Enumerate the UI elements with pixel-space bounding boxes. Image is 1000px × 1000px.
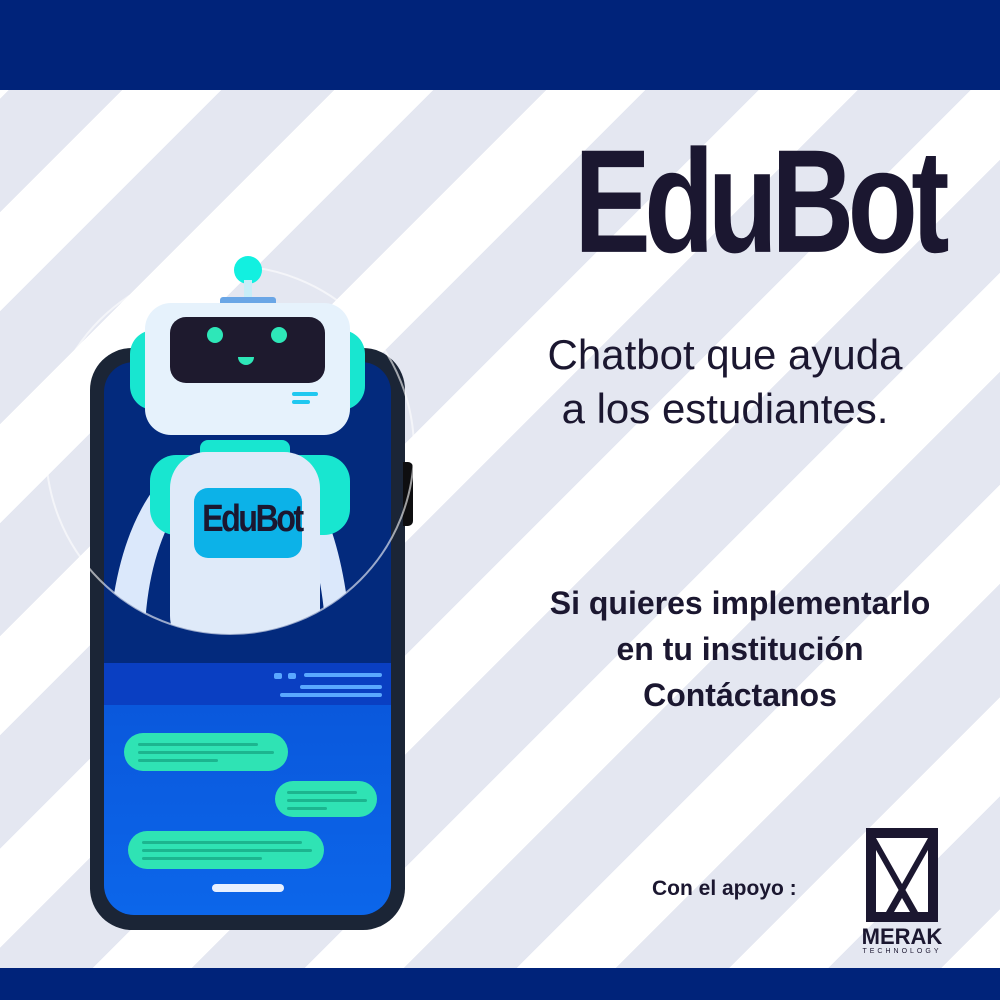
home-indicator xyxy=(212,884,284,892)
cta-line: Si quieres implementarlo xyxy=(549,585,931,621)
cta-line: en tu institución xyxy=(616,631,864,667)
robot-badge-label: EduBot xyxy=(202,498,304,540)
chat-bubble-icon xyxy=(275,781,377,817)
logo-name: MERAK xyxy=(861,924,943,949)
support-label: Con el apoyo : xyxy=(652,877,797,900)
cta-line: Contáctanos xyxy=(643,677,837,713)
bottom-bar xyxy=(0,968,1000,1000)
logo-tagline: TECHNOLOGY xyxy=(862,948,942,955)
robot-illustration xyxy=(110,256,365,634)
chat-header-band xyxy=(104,663,391,705)
headline: EduBot xyxy=(574,118,949,284)
subtitle: Chatbot que ayuda a los estudiantes. xyxy=(490,328,960,436)
chat-bubble-icon xyxy=(124,733,288,771)
subtitle-line: a los estudiantes. xyxy=(561,385,889,432)
subtitle-line: Chatbot que ayuda xyxy=(547,331,903,378)
chat-bubble-icon xyxy=(128,831,324,869)
merak-logo xyxy=(866,828,938,922)
call-to-action: Si quieres implementarlo en tu instituci… xyxy=(490,580,990,718)
